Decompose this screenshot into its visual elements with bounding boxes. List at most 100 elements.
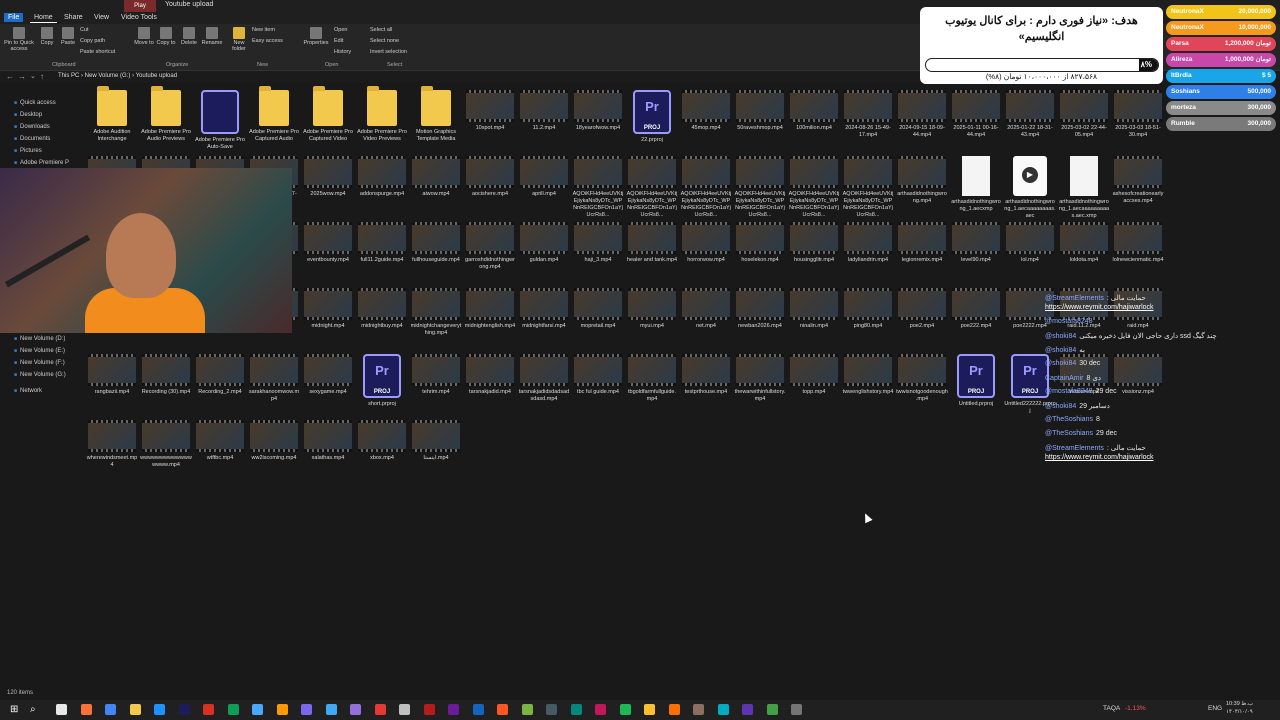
file-item[interactable]: midnightfarsi.mp4 <box>518 288 570 330</box>
file-item[interactable]: poe222.mp4 <box>950 288 1002 330</box>
file-item[interactable]: arthasdidnothingwrong_1.aecaaaaaaaaas.ae… <box>1058 156 1110 220</box>
file-item[interactable]: horrorwow.mp4 <box>680 222 732 264</box>
taskbar-app-icon[interactable] <box>301 704 312 715</box>
file-item[interactable]: addonspurge.mp4 <box>356 156 408 198</box>
taskbar-app-icon[interactable] <box>717 704 729 715</box>
open-button[interactable]: Open <box>334 27 347 33</box>
file-item[interactable]: aocishere.mp4 <box>464 156 516 198</box>
file-item[interactable]: topp.mp4 <box>788 354 840 396</box>
pin-quick-access-button[interactable]: Pin to Quick access <box>3 27 35 52</box>
file-item[interactable]: Adobe Premiere Pro Video Previews <box>356 86 408 143</box>
file-item[interactable]: arthasdidnothingwrong.mp4 <box>896 156 948 205</box>
edit-button[interactable]: Edit <box>334 38 343 44</box>
file-item[interactable]: tarsnakjadidsdadsadsdasd.mp4 <box>518 354 570 403</box>
file-item[interactable]: midnightchangeverything.mp4 <box>410 288 462 337</box>
new-folder-button[interactable]: New folder <box>228 27 250 52</box>
file-item[interactable]: Recording_2.mp4 <box>194 354 246 396</box>
file-item[interactable]: sarakhanoomwow.mp4 <box>248 354 300 403</box>
taskbar-app-icon[interactable] <box>791 704 802 715</box>
taskbar-app-icon[interactable] <box>521 704 533 715</box>
taskbar-app-icon[interactable] <box>766 704 778 715</box>
file-item[interactable]: guldan.mp4 <box>518 222 570 264</box>
nav-item[interactable]: Pictures <box>14 148 42 154</box>
quick-access-toolbar-label[interactable]: Play <box>124 0 156 12</box>
nav-item[interactable]: New Volume (E:) <box>14 348 65 354</box>
select-none-button[interactable]: Select none <box>370 38 399 44</box>
chevron-down-icon[interactable]: ⌄ <box>30 72 36 80</box>
file-item[interactable]: Adobe Premiere Pro Captured Video <box>302 86 354 143</box>
back-icon[interactable]: ← <box>6 72 14 81</box>
taskbar-app-icon[interactable] <box>80 704 92 715</box>
file-item[interactable]: hoselekon.mp4 <box>734 222 786 264</box>
file-item[interactable]: net.mp4 <box>680 288 732 330</box>
file-item[interactable]: mopretail.mp4 <box>572 288 624 330</box>
taskbar-app-icon[interactable] <box>325 704 337 715</box>
file-item[interactable]: sexygame.mp4 <box>302 354 354 396</box>
taskbar-app-icon[interactable] <box>374 704 386 715</box>
clock-date[interactable]: ۱۴۰۴/۱۰/۰۹ <box>1226 709 1253 715</box>
chat-link[interactable]: https://www.reymit.com/hajiwarlock <box>1045 304 1154 311</box>
nav-item[interactable]: Quick access <box>14 100 56 106</box>
nav-item[interactable]: Adobe Premiere P <box>14 160 69 166</box>
up-icon[interactable]: ↑ <box>40 72 44 81</box>
file-item[interactable]: xbox.mp4 <box>356 420 408 462</box>
file-item[interactable]: 11.2.mp4 <box>518 90 570 132</box>
file-item[interactable]: Adobe Premiere Pro Audio Previews <box>140 86 192 143</box>
copy-button[interactable]: Copy <box>38 27 56 46</box>
file-item[interactable]: tehrim.mp4 <box>410 354 462 396</box>
input-language[interactable]: ENG <box>1208 705 1222 712</box>
search-icon[interactable]: ⌕ <box>30 704 36 715</box>
file-item[interactable]: midnightenglish.mp4 <box>464 288 516 330</box>
file-item[interactable]: haji_3.mp4 <box>572 222 624 264</box>
file-item[interactable]: aprill.mp4 <box>518 156 570 198</box>
taskbar-app-icon[interactable] <box>56 704 67 715</box>
file-item[interactable]: 100milion.mp4 <box>788 90 840 132</box>
tab-view[interactable]: View <box>90 13 113 22</box>
nav-item[interactable]: Desktop <box>14 112 42 118</box>
tab-share[interactable]: Share <box>60 13 87 22</box>
windows-start-icon[interactable]: ⊞ <box>10 704 18 715</box>
file-item[interactable]: xalathas.mp4 <box>302 420 354 462</box>
cut-button[interactable]: Cut <box>80 27 89 33</box>
taskbar-app-icon[interactable] <box>742 704 753 715</box>
taskbar-app-icon[interactable] <box>129 704 141 715</box>
file-item[interactable]: poe2.mp4 <box>896 288 948 330</box>
file-item[interactable]: 45mop.mp4 <box>680 90 732 132</box>
nav-item[interactable]: Downloads <box>14 124 50 130</box>
file-item[interactable]: AQOiKFHd4eeUVKtjEjiykaNs8yDTc_WPNnREIGCB… <box>626 156 678 219</box>
file-item[interactable]: loldota.mp4 <box>1058 222 1110 264</box>
taskbar-app-icon[interactable] <box>546 704 557 715</box>
invert-selection-button[interactable]: Invert selection <box>370 49 407 55</box>
file-item[interactable]: Adobe Audition Interchange <box>86 86 138 143</box>
file-item[interactable]: arthasdidnothingwrong_1.aecaaaaaaaas.aec <box>1004 156 1056 220</box>
file-item[interactable]: tbc ful guide.mp4 <box>572 354 624 396</box>
taskbar-app-icon[interactable] <box>203 704 214 715</box>
nav-item[interactable]: New Volume (G:) <box>14 372 66 378</box>
easy-access-button[interactable]: Easy access <box>252 38 283 44</box>
taskbar-app-icon[interactable] <box>570 704 582 715</box>
move-to-button[interactable]: Move to <box>134 27 154 46</box>
file-item[interactable]: Motion Graphics Template Media <box>410 86 462 143</box>
file-item[interactable]: ashesofcreationearlyaccses.mp4 <box>1112 156 1164 205</box>
file-item[interactable]: 10spot.mp4 <box>464 90 516 132</box>
file-item[interactable]: AQOiKFHd4eeUVKtjEjiykaNs8yDTc_WPNnREIGCB… <box>572 156 624 219</box>
file-item[interactable]: midnightbuy.mp4 <box>356 288 408 330</box>
file-item[interactable]: healer and tank.mp4 <box>626 222 678 264</box>
file-item[interactable]: 2025-01-22 18-31-43.mp4 <box>1004 90 1056 139</box>
file-item[interactable]: testprthouse.mp4 <box>680 354 732 396</box>
forward-icon[interactable]: → <box>18 72 26 81</box>
nav-item[interactable]: Documents <box>14 136 50 142</box>
file-item[interactable]: wherewindsmeet.mp4 <box>86 420 138 469</box>
taskbar-app-icon[interactable] <box>399 704 410 715</box>
copy-path-button[interactable]: Copy path <box>80 38 105 44</box>
properties-button[interactable]: Properties <box>302 27 330 46</box>
file-item[interactable]: twwenglishstory.mp4 <box>842 354 894 396</box>
nav-item[interactable]: New Volume (F:) <box>14 360 65 366</box>
tab-video-tools[interactable]: Video Tools <box>117 13 161 22</box>
taskbar-app-icon[interactable] <box>252 704 263 715</box>
taskbar-app-icon[interactable] <box>595 704 606 715</box>
file-item[interactable]: rangbazii.mp4 <box>86 354 138 396</box>
taskbar-app-icon[interactable] <box>619 704 631 715</box>
file-item[interactable]: aiwow.mp4 <box>410 156 462 198</box>
file-item[interactable]: ladyliandrin.mp4 <box>842 222 894 264</box>
